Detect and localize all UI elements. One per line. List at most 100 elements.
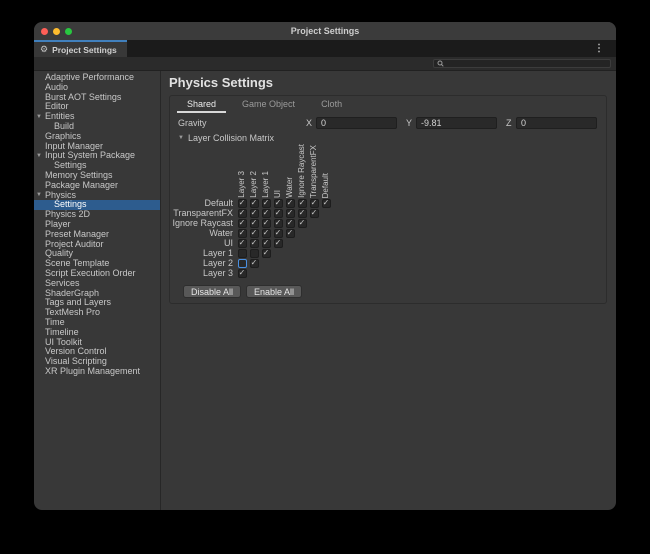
collision-checkbox-ignore-raycast-vs-layer-1[interactable]: ✓	[262, 219, 271, 228]
collision-checkbox-layer-1-vs-layer-2[interactable]	[250, 249, 259, 258]
tab-game-object[interactable]: Game Object	[232, 96, 305, 113]
matrix-rows: Default✓✓✓✓✓✓✓✓TransparentFX✓✓✓✓✓✓✓Ignor…	[170, 198, 606, 278]
sidebar-item-label: Time	[45, 317, 65, 327]
collision-checkbox-layer-2-vs-layer-3[interactable]	[238, 259, 247, 268]
tab-cloth[interactable]: Cloth	[311, 96, 352, 113]
collision-checkbox-layer-1-vs-layer-3[interactable]	[238, 249, 247, 258]
matrix-cell: ✓	[236, 199, 248, 208]
collision-checkbox-water-vs-water[interactable]: ✓	[286, 229, 295, 238]
matrix-cell: ✓	[308, 199, 320, 208]
close-button-icon[interactable]	[41, 28, 48, 35]
sidebar-item-label: Physics 2D	[45, 209, 90, 219]
collision-checkbox-ui-vs-ui[interactable]: ✓	[274, 239, 283, 248]
collision-checkbox-ignore-raycast-vs-ignore-raycast[interactable]: ✓	[298, 219, 307, 228]
matrix-cell: ✓	[296, 199, 308, 208]
collision-checkbox-transparentfx-vs-layer-1[interactable]: ✓	[262, 209, 271, 218]
collision-checkbox-water-vs-layer-1[interactable]: ✓	[262, 229, 271, 238]
matrix-cell: ✓	[248, 239, 260, 248]
more-menu-icon[interactable]: ⋮	[594, 40, 604, 57]
collision-checkbox-ignore-raycast-vs-layer-3[interactable]: ✓	[238, 219, 247, 228]
collision-checkbox-transparentfx-vs-layer-3[interactable]: ✓	[238, 209, 247, 218]
matrix-buttons: Disable All Enable All	[183, 285, 606, 298]
matrix-cell: ✓	[272, 219, 284, 228]
collision-checkbox-transparentfx-vs-ui[interactable]: ✓	[274, 209, 283, 218]
collision-checkbox-default-vs-layer-3[interactable]: ✓	[238, 199, 247, 208]
sidebar-item-label: Timeline	[45, 327, 79, 337]
sidebar-item-label: Tags and Layers	[45, 297, 111, 307]
matrix-row-label: Water	[170, 228, 236, 238]
zoom-button-icon[interactable]	[65, 28, 72, 35]
sidebar-item-physics[interactable]: ▼Physics	[34, 191, 160, 201]
matrix-cell: ✓	[236, 229, 248, 238]
collision-checkbox-ignore-raycast-vs-ui[interactable]: ✓	[274, 219, 283, 228]
matrix-cell: ✓	[260, 239, 272, 248]
collision-checkbox-default-vs-water[interactable]: ✓	[286, 199, 295, 208]
search-icon	[437, 60, 444, 67]
collision-checkbox-default-vs-ignore-raycast[interactable]: ✓	[298, 199, 307, 208]
matrix-column-label: Default	[320, 173, 332, 198]
collision-checkbox-default-vs-layer-1[interactable]: ✓	[262, 199, 271, 208]
matrix-cell: ✓	[248, 199, 260, 208]
collision-checkbox-default-vs-layer-2[interactable]: ✓	[250, 199, 259, 208]
collision-checkbox-water-vs-ui[interactable]: ✓	[274, 229, 283, 238]
matrix-cell: ✓	[284, 209, 296, 218]
collision-checkbox-default-vs-transparentfx[interactable]: ✓	[310, 199, 319, 208]
collision-checkbox-layer-1-vs-layer-1[interactable]: ✓	[262, 249, 271, 258]
collision-checkbox-transparentfx-vs-water[interactable]: ✓	[286, 209, 295, 218]
matrix-cell: ✓	[284, 229, 296, 238]
tab-shared[interactable]: Shared	[177, 96, 226, 113]
disable-all-button[interactable]: Disable All	[183, 285, 241, 298]
sidebar-item-label: Player	[45, 219, 71, 229]
matrix-cell: ✓	[296, 209, 308, 218]
collision-checkbox-transparentfx-vs-layer-2[interactable]: ✓	[250, 209, 259, 218]
enable-all-button[interactable]: Enable All	[246, 285, 302, 298]
gravity-axis-y: Y-9.81	[406, 117, 497, 129]
collision-checkbox-default-vs-ui[interactable]: ✓	[274, 199, 283, 208]
collision-checkbox-layer-2-vs-layer-2[interactable]: ✓	[250, 259, 259, 268]
sidebar-item-label: Quality	[45, 248, 73, 258]
foldout-triangle-icon[interactable]: ▼	[178, 135, 184, 141]
titlebar[interactable]: Project Settings	[34, 22, 616, 40]
collision-checkbox-layer-3-vs-layer-3[interactable]: ✓	[238, 269, 247, 278]
matrix-column-label: Layer 3	[236, 171, 248, 198]
collision-checkbox-transparentfx-vs-ignore-raycast[interactable]: ✓	[298, 209, 307, 218]
sidebar-item-label: UI Toolkit	[45, 337, 82, 347]
dock-tab-project-settings[interactable]: ⚙ Project Settings	[34, 40, 127, 57]
gravity-z-input[interactable]: 0	[516, 117, 597, 129]
main-panel: Physics Settings SharedGame ObjectCloth …	[161, 71, 616, 510]
collision-checkbox-ui-vs-layer-2[interactable]: ✓	[250, 239, 259, 248]
matrix-column-headers: Layer 3Layer 2Layer 1UIWaterIgnore Rayca…	[236, 142, 606, 198]
matrix-column-transparentfx: TransparentFX	[308, 145, 320, 198]
collision-checkbox-water-vs-layer-3[interactable]: ✓	[238, 229, 247, 238]
search-input[interactable]	[433, 59, 611, 68]
collision-checkbox-transparentfx-vs-transparentfx[interactable]: ✓	[310, 209, 319, 218]
collision-checkbox-default-vs-default[interactable]: ✓	[322, 199, 331, 208]
collision-checkbox-water-vs-layer-2[interactable]: ✓	[250, 229, 259, 238]
matrix-column-layer-2: Layer 2	[248, 171, 260, 198]
matrix-cell: ✓	[260, 249, 272, 258]
sidebar-item-entities[interactable]: ▼Entities	[34, 112, 160, 122]
matrix-column-label: Water	[284, 177, 296, 198]
sidebar-item-label: Services	[45, 278, 80, 288]
gravity-axis-z: Z0	[506, 117, 597, 129]
minimize-button-icon[interactable]	[53, 28, 60, 35]
gravity-x-input[interactable]: 0	[316, 117, 397, 129]
window-body: Adaptive PerformanceAudioBurst AOT Setti…	[34, 71, 616, 510]
matrix-cell: ✓	[260, 199, 272, 208]
sidebar-item-label: Package Manager	[45, 180, 118, 190]
collision-checkbox-ignore-raycast-vs-water[interactable]: ✓	[286, 219, 295, 228]
layer-collision-matrix-foldout[interactable]: ▼ Layer Collision Matrix	[170, 133, 606, 142]
collision-checkbox-ui-vs-layer-1[interactable]: ✓	[262, 239, 271, 248]
gravity-y-input[interactable]: -9.81	[416, 117, 497, 129]
project-settings-window: Project Settings ⚙ Project Settings ⋮ Ad…	[34, 22, 616, 510]
sidebar-item-xr-plugin-management[interactable]: XR Plugin Management	[34, 367, 160, 377]
sidebar-item-label: Project Auditor	[45, 239, 104, 249]
matrix-row-label: UI	[170, 238, 236, 248]
matrix-cell: ✓	[248, 209, 260, 218]
matrix-column-label: TransparentFX	[308, 145, 320, 198]
sidebar-item-label: Physics	[45, 190, 76, 200]
collision-checkbox-ui-vs-layer-3[interactable]: ✓	[238, 239, 247, 248]
sidebar-item-label: XR Plugin Management	[45, 366, 140, 376]
collision-checkbox-ignore-raycast-vs-layer-2[interactable]: ✓	[250, 219, 259, 228]
sidebar-item-input-system-package[interactable]: ▼Input System Package	[34, 151, 160, 161]
